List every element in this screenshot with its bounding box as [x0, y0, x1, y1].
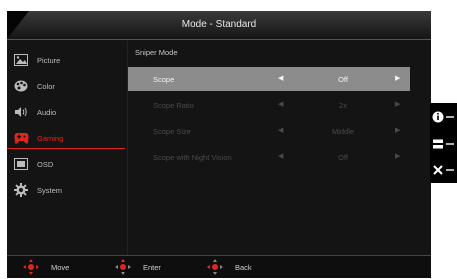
gamepad-icon: [13, 131, 29, 145]
sidebar-item-label: Picture: [37, 55, 61, 65]
arrow-left-icon[interactable]: ◀: [278, 100, 283, 108]
arrow-right-icon[interactable]: ▶: [395, 74, 400, 82]
arrow-right-icon[interactable]: ▶: [395, 100, 400, 108]
info-key[interactable]: [432, 110, 455, 124]
osd-icon: [13, 157, 29, 171]
setting-label: Scope Ratio: [153, 101, 194, 110]
title-bar: Mode - Standard: [7, 11, 431, 40]
speaker-icon: [13, 105, 29, 119]
sidebar-item-audio[interactable]: Audio: [7, 99, 122, 125]
setting-row-scope-size[interactable]: Scope Size ◀ Middle ▶: [128, 119, 410, 145]
close-key[interactable]: [432, 163, 455, 177]
footer-enter: Enter: [115, 259, 161, 275]
gear-icon: [13, 183, 29, 197]
sidebar-item-osd[interactable]: OSD: [7, 151, 122, 177]
sidebar-item-label: OSD: [37, 159, 54, 169]
sidebar: Picture Color Audio Gaming OSD System: [7, 47, 125, 203]
arrow-left-icon[interactable]: ◀: [278, 126, 283, 134]
footer-enter-label: Enter: [143, 262, 161, 272]
sidebar-item-picture[interactable]: Picture: [7, 47, 122, 73]
joystick-move-icon: [23, 259, 39, 275]
footer-move-label: Move: [51, 262, 70, 272]
setting-row-scope-ratio[interactable]: Scope Ratio ◀ 2x ▶: [128, 93, 410, 119]
footer-bar: Move Enter Back: [7, 255, 431, 278]
picture-icon: [13, 53, 29, 67]
arrow-left-icon[interactable]: ◀: [278, 152, 283, 160]
setting-value: 2x: [339, 101, 347, 110]
settings-list: Scope ◀ Off ▶ Scope Ratio ◀ 2x ▶ Scope S…: [128, 67, 410, 171]
setting-value: Off: [338, 153, 348, 162]
setting-label: Scope: [153, 75, 175, 84]
arrow-left-icon[interactable]: ◀: [278, 74, 283, 82]
footer-back-label: Back: [235, 262, 252, 272]
close-icon: [433, 165, 454, 175]
arrow-right-icon[interactable]: ▶: [395, 152, 400, 160]
menu-key[interactable]: [432, 137, 455, 151]
section-title: Sniper Mode: [135, 48, 178, 57]
sidebar-item-system[interactable]: System: [7, 177, 122, 203]
footer-back: Back: [207, 259, 252, 275]
info-icon: [432, 111, 454, 123]
joystick-back-icon: [207, 259, 223, 275]
setting-value: Off: [338, 75, 348, 84]
setting-label: Scope Size: [153, 127, 191, 136]
palette-icon: [13, 79, 29, 93]
page-title: Mode - Standard: [181, 19, 257, 30]
setting-label: Scope with Night Vision: [153, 153, 232, 162]
sidebar-item-label: System: [37, 185, 63, 195]
side-key-panel: [430, 103, 457, 183]
sidebar-item-color[interactable]: Color: [7, 73, 122, 99]
setting-row-scope-night-vision[interactable]: Scope with Night Vision ◀ Off ▶: [128, 145, 410, 171]
sidebar-item-label: Audio: [37, 107, 57, 117]
arrow-right-icon[interactable]: ▶: [395, 126, 400, 134]
footer-move: Move: [23, 259, 69, 275]
menu-icon: [433, 139, 454, 149]
active-underline: [7, 148, 125, 149]
setting-value: Middle: [331, 127, 355, 136]
joystick-enter-icon: [115, 259, 131, 275]
sidebar-item-label: Gaming: [37, 133, 64, 143]
osd-window: Mode - Standard Picture Color Audio Gami…: [7, 11, 431, 278]
sidebar-item-label: Color: [37, 81, 55, 91]
setting-row-scope[interactable]: Scope ◀ Off ▶: [128, 67, 410, 91]
sidebar-item-gaming[interactable]: Gaming: [7, 125, 125, 151]
